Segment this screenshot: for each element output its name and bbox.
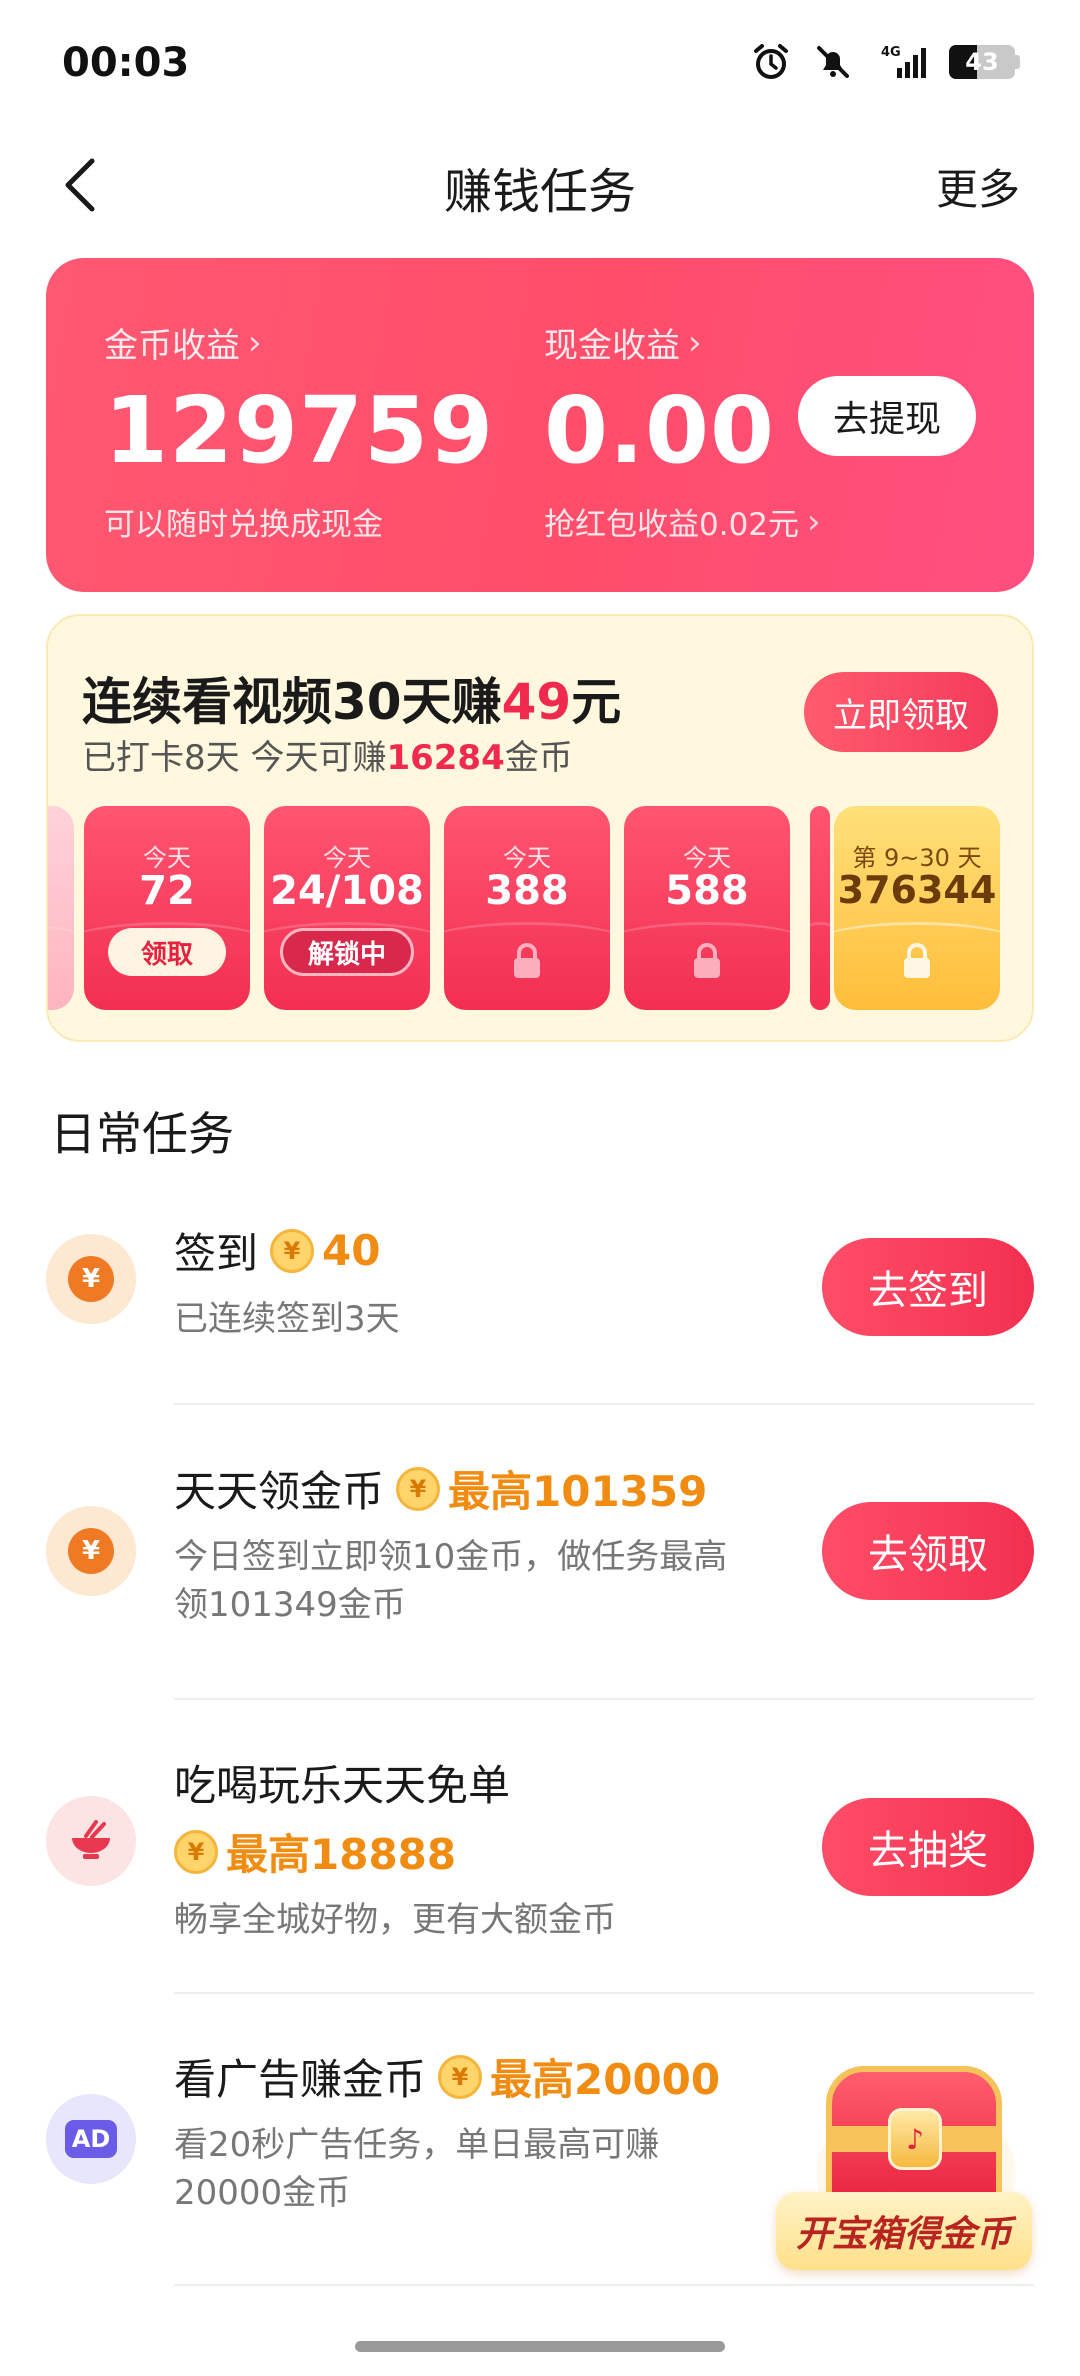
alarm-icon <box>754 44 788 79</box>
lottery-button[interactable]: 去抽奖 <box>822 1798 1034 1896</box>
red-envelope-partial <box>48 806 74 1010</box>
task-reward: ¥ 最高18888 <box>174 1821 456 1882</box>
battery-icon: 43 <box>949 45 1020 79</box>
yen-coin-icon: ¥ <box>46 1234 136 1324</box>
status-icons: 4G 43 <box>751 42 1020 82</box>
ad-icon: AD <box>46 2094 136 2184</box>
cash-earnings-value: 0.00 <box>544 377 775 484</box>
home-indicator[interactable] <box>355 2341 725 2352</box>
page-title: 赚钱任务 <box>443 164 636 220</box>
red-envelope-1[interactable]: 今天 72 领取 <box>84 806 250 1010</box>
red-envelope-4[interactable]: 今天 588 <box>624 806 790 1010</box>
checkin-button[interactable]: 去签到 <box>822 1238 1034 1336</box>
task-reward: ¥ 最高101359 <box>396 1458 707 1519</box>
video-streak-card: 连续看视频30天赚49元 已打卡8天 今天可赚16284金币 立即领取 今天 7… <box>46 614 1034 1042</box>
daily-tasks-title: 日常任务 <box>50 1107 234 1161</box>
divider <box>174 2284 1034 2286</box>
lock-icon <box>904 943 930 978</box>
nav-bar: 赚钱任务 更多 <box>0 130 1080 240</box>
task-description: 已连续签到3天 <box>174 1299 400 1339</box>
red-envelope-amount: 72 <box>139 868 195 914</box>
claim-coins-button[interactable]: 去领取 <box>822 1502 1034 1600</box>
streak-subtitle: 已打卡8天 今天可赚16284金币 <box>82 738 573 778</box>
red-packet-earnings-link[interactable]: 抢红包收益0.02元 › <box>544 499 821 544</box>
status-time: 00:03 <box>62 40 190 86</box>
lock-icon <box>694 943 720 978</box>
red-envelope-amount: 588 <box>665 868 749 914</box>
streak-sub-amount: 16284 <box>386 738 505 778</box>
more-button[interactable]: 更多 <box>936 156 1020 217</box>
divider <box>174 1403 1034 1405</box>
cash-earnings[interactable]: 现金收益 › 0.00 抢红包收益0.02元 › <box>544 318 821 544</box>
claim-now-button[interactable]: 立即领取 <box>804 672 998 752</box>
earnings-card: 金币收益 › 129759 可以随时兑换成现金 现金收益 › 0.00 抢红包收… <box>46 258 1034 592</box>
coin-earnings-value: 129759 <box>104 377 495 484</box>
bowl-icon <box>46 1796 136 1886</box>
red-envelope-row[interactable]: 今天 72 领取 今天 24/108 解锁中 今天 388 今天 588 第 9… <box>48 806 1032 1010</box>
task-name: 签到 <box>174 1229 259 1278</box>
treasure-label: 开宝箱得金币 <box>776 2192 1032 2270</box>
red-envelope-amount: 388 <box>485 868 569 914</box>
task-reward: ¥ 40 <box>270 1226 380 1275</box>
coin-earnings-sub: 可以随时兑换成现金 <box>104 507 383 543</box>
signal-4g-icon: 4G <box>881 45 926 78</box>
streak-title-amount: 49 <box>501 673 572 731</box>
svg-text:4G: 4G <box>881 45 901 60</box>
chevron-right-icon: › <box>248 322 262 363</box>
coin-icon: ¥ <box>174 1829 218 1874</box>
coin-icon: ¥ <box>396 1466 441 1511</box>
coin-icon: ¥ <box>438 2054 483 2099</box>
task-description: 今日签到立即领10金币，做任务最高 领101349金币 <box>174 1537 728 1626</box>
task-description: 畅享全城好物，更有大额金币 <box>174 1900 616 1940</box>
chevron-right-icon: › <box>807 501 821 542</box>
lock-icon <box>514 943 540 978</box>
coin-icon: ¥ <box>270 1228 315 1273</box>
cash-earnings-label: 现金收益 <box>544 326 680 366</box>
status-bar: 00:03 4G 43 <box>0 0 1080 120</box>
task-reward: ¥ 最高20000 <box>438 2046 720 2107</box>
treasure-chest-button[interactable]: ♪ 开宝箱得金币 <box>776 2048 1052 2278</box>
streak-title: 连续看视频30天赚49元 <box>82 673 622 731</box>
chevron-right-icon: › <box>688 322 702 363</box>
music-note-icon: ♪ <box>888 2108 942 2170</box>
task-name: 看广告赚金币 <box>174 2055 427 2104</box>
yen-coin-icon: ¥ <box>46 1506 136 1596</box>
coin-earnings[interactable]: 金币收益 › 129759 可以随时兑换成现金 <box>104 318 494 544</box>
envelope-claim-button[interactable]: 领取 <box>108 928 226 976</box>
task-name: 吃喝玩乐天天免单 <box>174 1761 511 1810</box>
envelope-unlocking-badge: 解锁中 <box>280 928 414 976</box>
red-envelope-partial <box>810 806 830 1010</box>
gold-envelope-day-9-30[interactable]: 第 9~30 天 376344 <box>834 806 1000 1010</box>
gold-envelope-amount: 376344 <box>837 868 997 912</box>
task-name: 天天领金币 <box>174 1467 385 1516</box>
withdraw-button[interactable]: 去提现 <box>798 376 976 456</box>
divider <box>174 1992 1034 1994</box>
mute-bell-icon <box>817 46 849 78</box>
red-packet-earnings-text: 抢红包收益0.02元 <box>544 507 800 543</box>
red-envelope-3[interactable]: 今天 388 <box>444 806 610 1010</box>
battery-level: 43 <box>965 48 999 76</box>
red-envelope-2[interactable]: 今天 24/108 解锁中 <box>264 806 430 1010</box>
red-envelope-amount: 24/108 <box>270 868 424 914</box>
task-description: 看20秒广告任务，单日最高可赚 20000金币 <box>174 2125 660 2214</box>
divider <box>174 1698 1034 1700</box>
coin-earnings-label: 金币收益 <box>104 326 240 366</box>
